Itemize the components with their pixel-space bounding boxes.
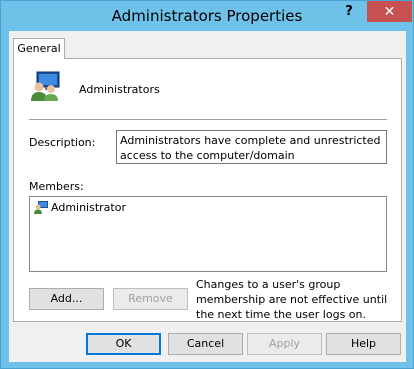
list-item[interactable]: Administrator [33,200,126,214]
remove-button[interactable]: Remove [113,288,188,310]
dialog-client-area: General Administrators Description: Admi… [9,31,406,362]
user-icon [34,201,48,214]
general-tab-panel: Administrators Description: Administrato… [13,58,402,322]
help-button[interactable]: Help [326,333,401,355]
separator [29,119,387,120]
tab-general[interactable]: General [13,38,65,59]
description-field[interactable]: Administrators have complete and unrestr… [116,130,387,164]
apply-button[interactable]: Apply [247,333,322,355]
description-label: Description: [29,136,96,149]
cancel-button[interactable]: Cancel [168,333,243,355]
ok-button[interactable]: OK [86,333,161,355]
close-button[interactable]: ✕ [367,1,412,22]
title-bar[interactable]: Administrators Properties ? ✕ [1,1,413,31]
add-button[interactable]: Add... [29,288,104,310]
properties-dialog: Administrators Properties ? ✕ General Ad… [0,0,414,369]
members-label: Members: [29,180,84,193]
title-help-button[interactable]: ? [331,1,367,22]
member-name: Administrator [51,200,126,214]
group-name: Administrators [79,83,160,96]
members-list[interactable]: Administrator [29,196,387,272]
membership-note: Changes to a user's group membership are… [196,278,388,321]
group-icon [31,71,60,101]
